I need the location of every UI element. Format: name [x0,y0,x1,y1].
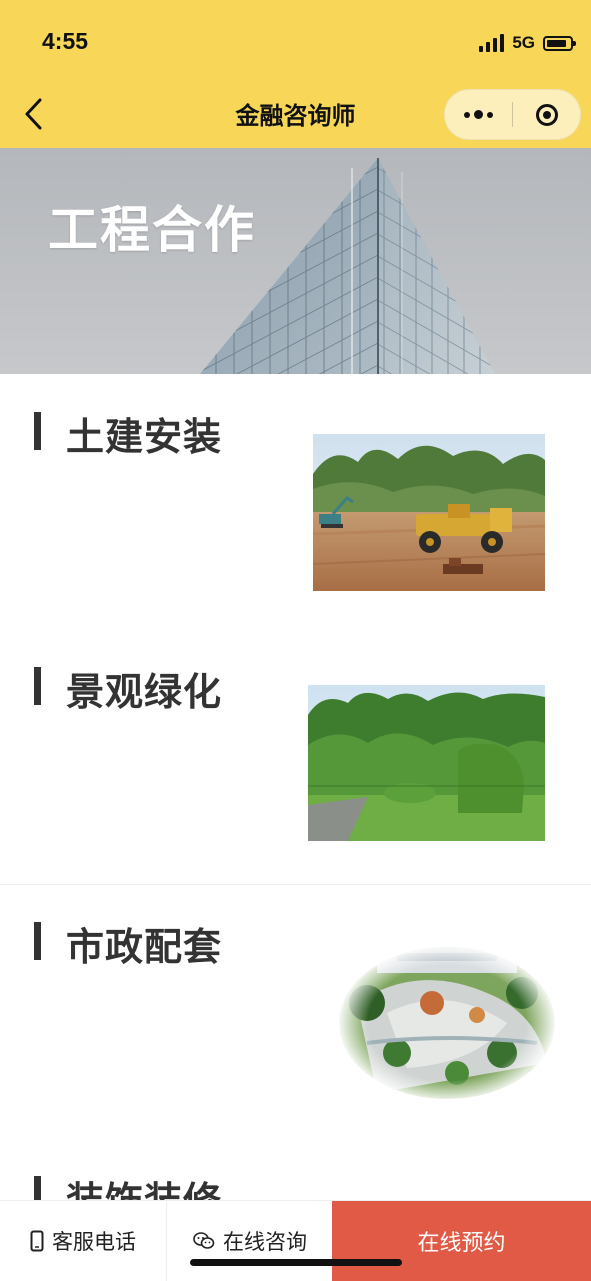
section-landscaping[interactable]: 景观绿化 [0,629,591,884]
mini-program-capsule [444,89,581,140]
home-indicator [190,1259,402,1266]
more-button[interactable] [445,90,512,139]
section-title: 景观绿化 [66,670,223,714]
garden-landscape-image [308,685,545,841]
city-plaza-rendering-image [337,943,557,1103]
online-booking-button[interactable]: 在线预约 [332,1201,591,1281]
top-header: 4:55 5G 金融咨询师 [0,0,591,148]
more-dots-icon-center [474,110,483,119]
battery-icon [543,35,576,51]
booking-label: 在线预约 [417,1231,506,1256]
network-type: 5G [512,33,535,52]
target-icon [535,103,558,126]
banner-title: 工程合作 [48,201,256,259]
section-marker [34,1176,41,1200]
status-indicators: 5G [479,30,576,56]
chat-label: 在线咨询 [223,1230,307,1254]
section-marker [34,412,41,450]
close-button[interactable] [513,90,580,139]
more-dots-icon [464,111,470,118]
wechat-icon [193,1232,215,1249]
section-marker [34,667,41,705]
phone-label: 客服电话 [52,1230,136,1254]
more-dots-icon-right [487,111,493,118]
section-decoration-renovation[interactable]: 装饰装修 [0,1140,591,1200]
online-consult-button[interactable]: 在线咨询 [166,1201,333,1281]
section-marker [34,922,41,960]
signal-icon [479,34,505,52]
section-title: 市政配套 [66,925,223,969]
construction-site-image [313,434,545,591]
section-title: 装饰装修 [66,1170,222,1200]
phone-icon [30,1230,44,1252]
hero-banner: 工程合作 [0,148,591,374]
status-time: 4:55 [42,28,89,54]
section-title: 土建安装 [66,415,223,459]
customer-service-phone-button[interactable]: 客服电话 [0,1201,166,1281]
section-civil-construction[interactable]: 土建安装 [0,374,591,629]
bottom-action-bar: 客服电话 在线咨询 在线预约 [0,1200,591,1281]
section-municipal-facilities[interactable]: 市政配套 [0,885,591,1140]
